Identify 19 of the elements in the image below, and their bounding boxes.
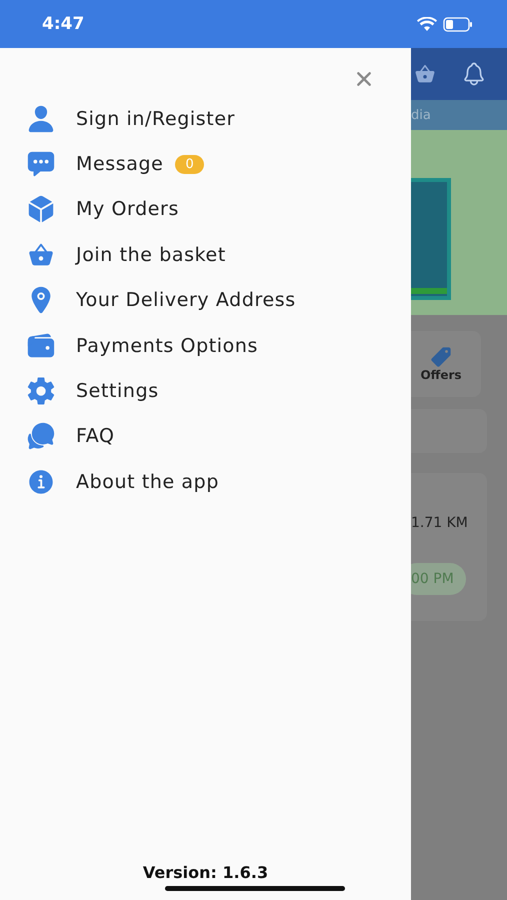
- count-badge: 0: [175, 154, 204, 174]
- tab-text: dia: [411, 108, 431, 122]
- tag-icon: [430, 346, 452, 368]
- menu-item[interactable]: Settings: [0, 368, 411, 414]
- menu-item[interactable]: Message 0: [0, 141, 411, 187]
- menu-item[interactable]: FAQ: [0, 414, 411, 460]
- status-time: 4:47: [42, 14, 84, 34]
- menu-item[interactable]: About the app: [0, 459, 411, 505]
- shop-card: 1.71 KM 00 PM: [411, 473, 487, 621]
- menu-item[interactable]: Sign in/Register: [0, 96, 411, 142]
- menu-item[interactable]: Join the basket: [0, 232, 411, 278]
- version-text: Version: 1.6.3: [142, 863, 268, 882]
- battery-icon: [443, 16, 473, 32]
- menu-item[interactable]: My Orders: [0, 186, 411, 232]
- menu-item[interactable]: Payments Options: [0, 322, 411, 368]
- wifi-icon: [417, 16, 437, 32]
- menu-item[interactable]: Your Delivery Address: [0, 278, 411, 323]
- offers-card[interactable]: Offers: [411, 331, 481, 397]
- bell-icon[interactable]: [461, 61, 487, 87]
